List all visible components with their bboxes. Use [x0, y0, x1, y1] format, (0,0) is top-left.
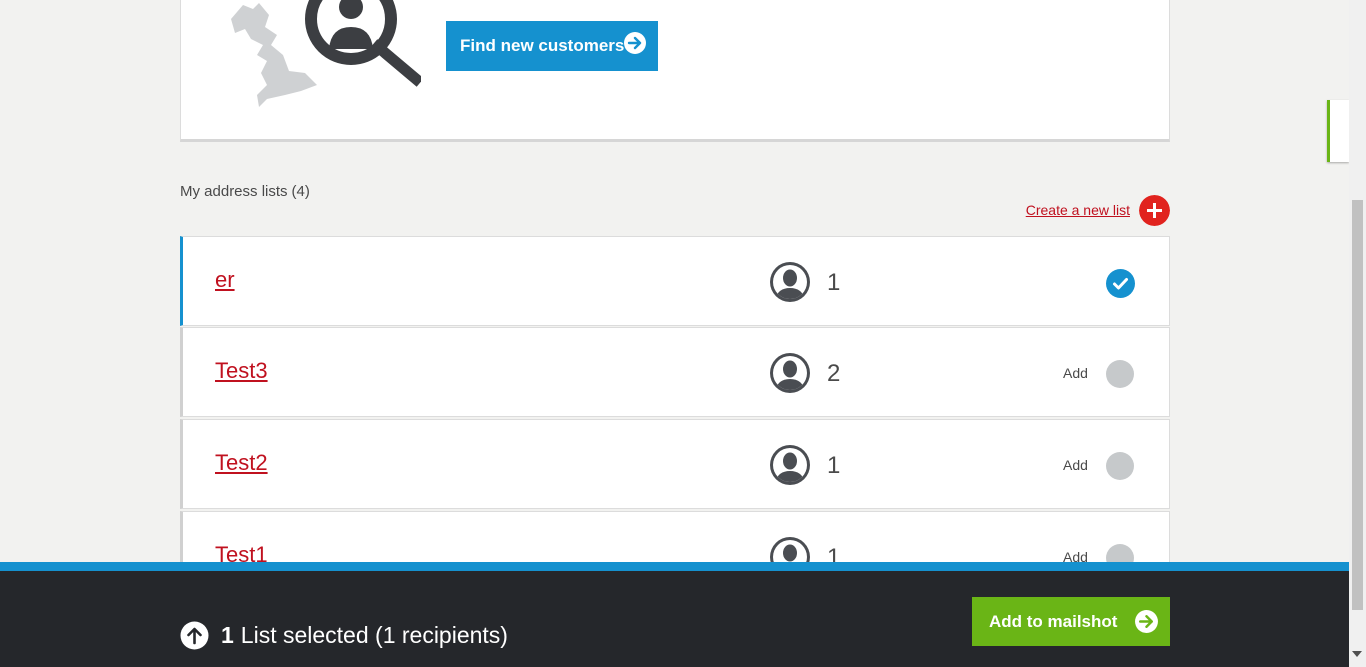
- recipient-count: 1: [827, 269, 841, 296]
- uk-map-search-icon: [231, 0, 421, 107]
- address-lists-heading: My address lists: [180, 183, 288, 200]
- list-name-link[interactable]: Test2: [215, 450, 268, 476]
- list-name-link[interactable]: er: [215, 267, 235, 293]
- address-lists-title: My address lists (4): [180, 183, 310, 200]
- find-new-customers-button[interactable]: Find new customers: [446, 21, 658, 71]
- add-radio[interactable]: [1106, 452, 1134, 480]
- scrollbar-thumb[interactable]: [1352, 200, 1363, 610]
- checkmark-icon[interactable]: [1106, 269, 1135, 298]
- add-to-mailshot-button[interactable]: Add to mailshot: [972, 597, 1170, 646]
- recipient-count: 1: [827, 452, 841, 479]
- create-new-list-link[interactable]: Create a new list: [1026, 202, 1130, 218]
- feedback-tab[interactable]: [1327, 100, 1349, 162]
- recipient-count: 2: [827, 360, 841, 387]
- plus-icon[interactable]: [1139, 195, 1170, 226]
- arrow-up-icon[interactable]: [180, 621, 209, 650]
- arrow-right-icon: [1135, 610, 1158, 633]
- selection-summary: 1 List selected (1 recipients): [180, 621, 508, 650]
- add-label[interactable]: Add: [1063, 365, 1088, 381]
- list-row[interactable]: Test2 1 Add: [180, 419, 1170, 509]
- list-row[interactable]: Test3 2 Add: [180, 327, 1170, 417]
- address-lists-count: (4): [291, 183, 310, 200]
- add-to-mailshot-label: Add to mailshot: [989, 611, 1118, 631]
- selected-text: List selected (1 recipients): [240, 622, 508, 648]
- add-label[interactable]: Add: [1063, 457, 1088, 473]
- find-new-customers-label: Find new customers: [460, 36, 625, 55]
- selection-footer-bar: 1 List selected (1 recipients) Add to ma…: [0, 562, 1349, 667]
- selected-count: 1: [221, 622, 234, 648]
- person-icon: [770, 353, 810, 393]
- list-name-link[interactable]: Test3: [215, 358, 268, 384]
- add-radio[interactable]: [1106, 360, 1134, 388]
- promo-card: Find new customers: [180, 0, 1170, 142]
- scroll-down-arrow-icon[interactable]: [1352, 651, 1362, 657]
- person-icon: [770, 445, 810, 485]
- list-row[interactable]: er 1: [180, 236, 1170, 326]
- person-icon: [770, 262, 810, 302]
- arrow-right-icon: [624, 32, 646, 54]
